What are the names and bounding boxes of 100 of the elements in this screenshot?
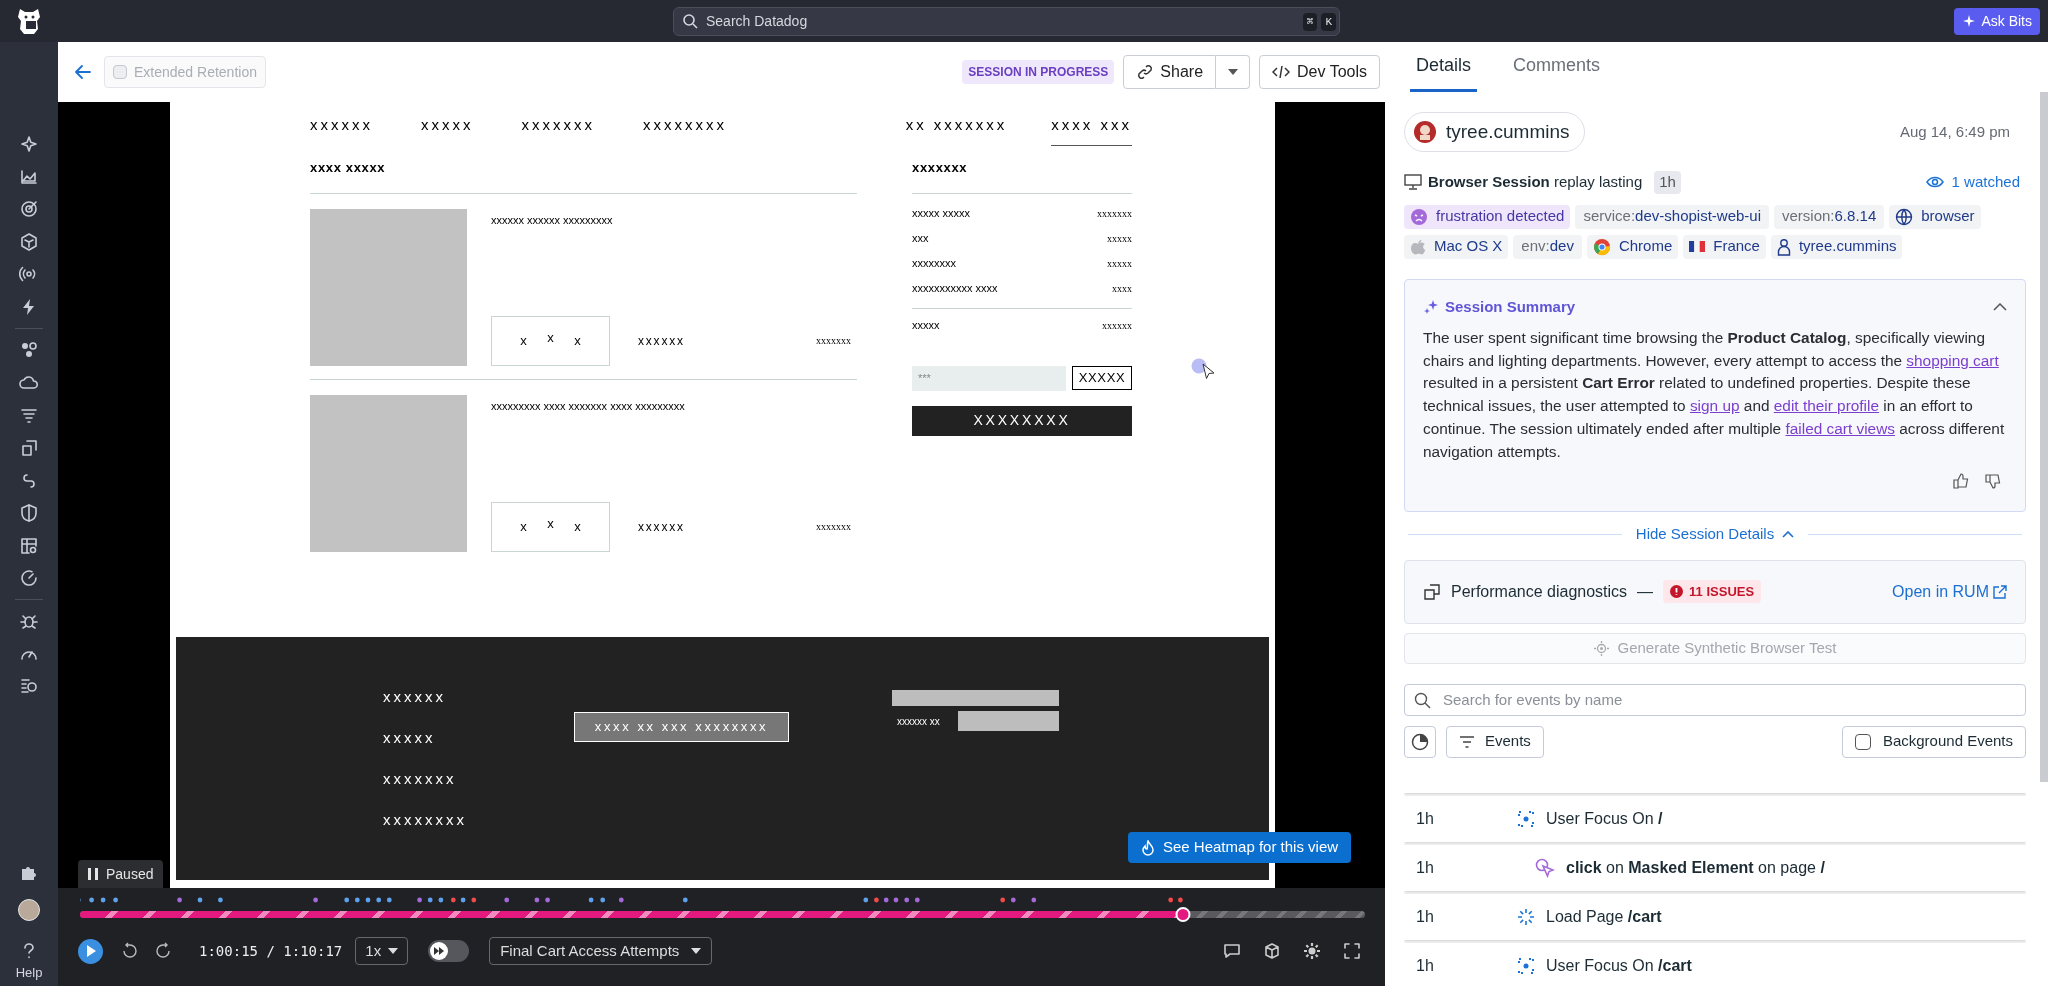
chevron-up-icon[interactable] — [1993, 302, 2007, 311]
share-dropdown-button[interactable] — [1216, 55, 1251, 89]
footer-link[interactable]: xxxxxxx — [383, 768, 574, 790]
fullscreen-icon[interactable] — [1343, 942, 1361, 960]
summary-text: The user spent significant time browsing the Product Catalog, specifically viewing chairs and lighting departments. However, every attempt to access the shopping cart resulted in a persistent Cart Error related to undefined properties. Despite these technical issues, the user attempted to sign up and edit their profile in an effort to continue. The session ultimately ended after multiple failed cart views across different navigation attempts. — [1423, 328, 2006, 462]
checkout-button[interactable]: XXXXXXXX — [912, 405, 1132, 436]
settings-icon[interactable] — [1303, 942, 1321, 960]
robot-icon — [1593, 640, 1609, 656]
monitor-icon — [1404, 174, 1422, 191]
open-in-rum-link[interactable]: Open in RUM — [1892, 579, 2007, 604]
fast-forward-icon — [434, 947, 445, 955]
globe-icon — [1895, 207, 1914, 226]
summary-link[interactable]: edit their profile — [1773, 397, 1880, 415]
event-time: 1h — [1416, 808, 1435, 829]
product-price: xxxxxx — [638, 332, 685, 350]
shield-icon[interactable] — [19, 502, 39, 523]
share-button[interactable]: Share — [1123, 55, 1217, 89]
target-icon[interactable] — [19, 199, 39, 220]
help-label[interactable]: Help — [15, 962, 43, 982]
tag-label: France — [1713, 236, 1760, 257]
nav-link[interactable]: xxxxxx — [310, 114, 373, 137]
nav-link[interactable]: xxxxx — [421, 114, 474, 137]
tag-label: version:6.8.14 — [1782, 206, 1877, 227]
speed-dropdown[interactable]: 1x — [355, 937, 409, 965]
event-row[interactable]: 1h click on Masked Element on page / — [1404, 844, 2026, 891]
comment-icon[interactable] — [1223, 942, 1241, 960]
segment-dropdown[interactable]: Final Cart Access Attempts — [489, 937, 713, 965]
play-button[interactable] — [78, 938, 103, 964]
nav-link[interactable]: xxxxxxx — [521, 114, 595, 137]
summary-label: xxxxxxxx — [912, 255, 956, 271]
pause-icon — [88, 868, 98, 880]
nav-link[interactable]: xxxxxxxx — [643, 114, 727, 137]
dev-tools-button[interactable]: Dev Tools — [1259, 55, 1380, 89]
product-subtotal: xxxxxxx — [816, 334, 851, 348]
timing-button[interactable] — [1404, 725, 1436, 758]
summary-link[interactable]: sign up — [1689, 397, 1740, 415]
caret-icon — [691, 948, 702, 954]
tag-label: frustration detected — [1436, 206, 1565, 227]
tab[interactable]: Details — [1410, 42, 1478, 92]
tag-label: Mac OS X — [1434, 236, 1503, 257]
watched-count[interactable]: 1 watched — [1951, 171, 2020, 194]
background-events-checkbox[interactable]: Background Events — [1841, 725, 2026, 758]
click-icon — [1535, 857, 1555, 878]
event-row[interactable]: 1h User Focus On / — [1404, 795, 2026, 842]
cart-heading: xxxx xxxxx — [310, 158, 387, 177]
footer-link[interactable]: xxxxx — [383, 727, 574, 749]
forward-icon[interactable] — [155, 942, 173, 960]
table-search-icon[interactable] — [19, 535, 39, 556]
back-arrow-icon[interactable] — [73, 62, 93, 82]
summary-heading: xxxxxxx — [912, 158, 969, 177]
eye-icon — [1925, 176, 1944, 189]
scrollbar[interactable] — [2040, 92, 2048, 782]
cube-icon[interactable] — [1263, 942, 1281, 960]
nav-link[interactable]: xxxx xxx — [1051, 114, 1132, 146]
playback-time: 1:00:15 / 1:10:17 — [199, 941, 343, 961]
paused-label: Paused — [106, 864, 154, 884]
hide-details-button[interactable]: Hide Session Details — [1635, 523, 1795, 546]
status-badge: SESSION IN PROGRESS — [962, 60, 1115, 84]
event-row[interactable]: 1h Load Page /cart — [1404, 893, 2026, 940]
user-avatar[interactable] — [18, 898, 40, 921]
footer-link[interactable]: xxxxxxxx — [383, 809, 574, 831]
subscribe-button[interactable]: xxxx xx xxx xxxxxxxx — [574, 712, 789, 742]
performance-label: Performance diagnostics — [1451, 581, 1628, 602]
session-type: Browser Session replay lasting — [1428, 172, 1643, 192]
squares-icon[interactable] — [19, 437, 39, 458]
event-search-field[interactable]: Search for events by name — [1404, 683, 2026, 716]
sparkle-icon[interactable] — [19, 134, 39, 154]
nav-link[interactable]: xx xxxxxxx — [905, 114, 1008, 146]
promo-code-field[interactable]: *** — [912, 365, 1066, 391]
gauge-icon[interactable] — [19, 568, 39, 589]
field-label: xxxxxx xx — [897, 714, 940, 729]
summary-link[interactable]: shopping cart — [1906, 351, 1999, 369]
quantity-stepper[interactable]: x x x — [491, 501, 610, 552]
summary-title: Session Summary — [1445, 296, 1576, 317]
chrome-icon — [1592, 237, 1611, 256]
skip-inactivity-toggle[interactable] — [428, 940, 470, 962]
tag-label: Chrome — [1618, 236, 1673, 257]
chevron-up-icon — [1782, 530, 1795, 538]
events-filter-button[interactable]: Events — [1446, 725, 1544, 758]
thumbs-up-icon[interactable] — [1953, 473, 1969, 490]
quantity-stepper[interactable]: x x x — [491, 315, 610, 366]
event-row[interactable]: 1h User Focus On /cart — [1404, 942, 2026, 986]
apply-button[interactable]: XXXXX — [1072, 366, 1132, 390]
tab[interactable]: Comments — [1507, 42, 1607, 92]
heatmap-button[interactable]: See Heatmap for this view — [1128, 832, 1352, 863]
event-text: User Focus On /cart — [1546, 955, 1692, 976]
timeline-handle[interactable] — [1175, 907, 1190, 922]
hexagon-icon[interactable] — [19, 231, 39, 252]
play-icon — [85, 945, 96, 957]
thumbs-down-icon[interactable] — [1985, 473, 2001, 490]
footer-link[interactable]: xxxxxx — [383, 686, 574, 708]
cursor-icon — [1191, 358, 1217, 380]
hexagons-icon[interactable] — [19, 339, 39, 360]
summary-link[interactable]: failed cart views — [1785, 419, 1895, 437]
rewind-icon[interactable] — [120, 942, 138, 960]
summary-value: xxxxx — [1107, 256, 1132, 271]
event-time: 1h — [1416, 857, 1435, 878]
error-icon — [1670, 585, 1684, 599]
ask-bits-button[interactable]: Ask Bits — [1954, 7, 2040, 35]
pie-chart-icon — [1411, 732, 1429, 751]
